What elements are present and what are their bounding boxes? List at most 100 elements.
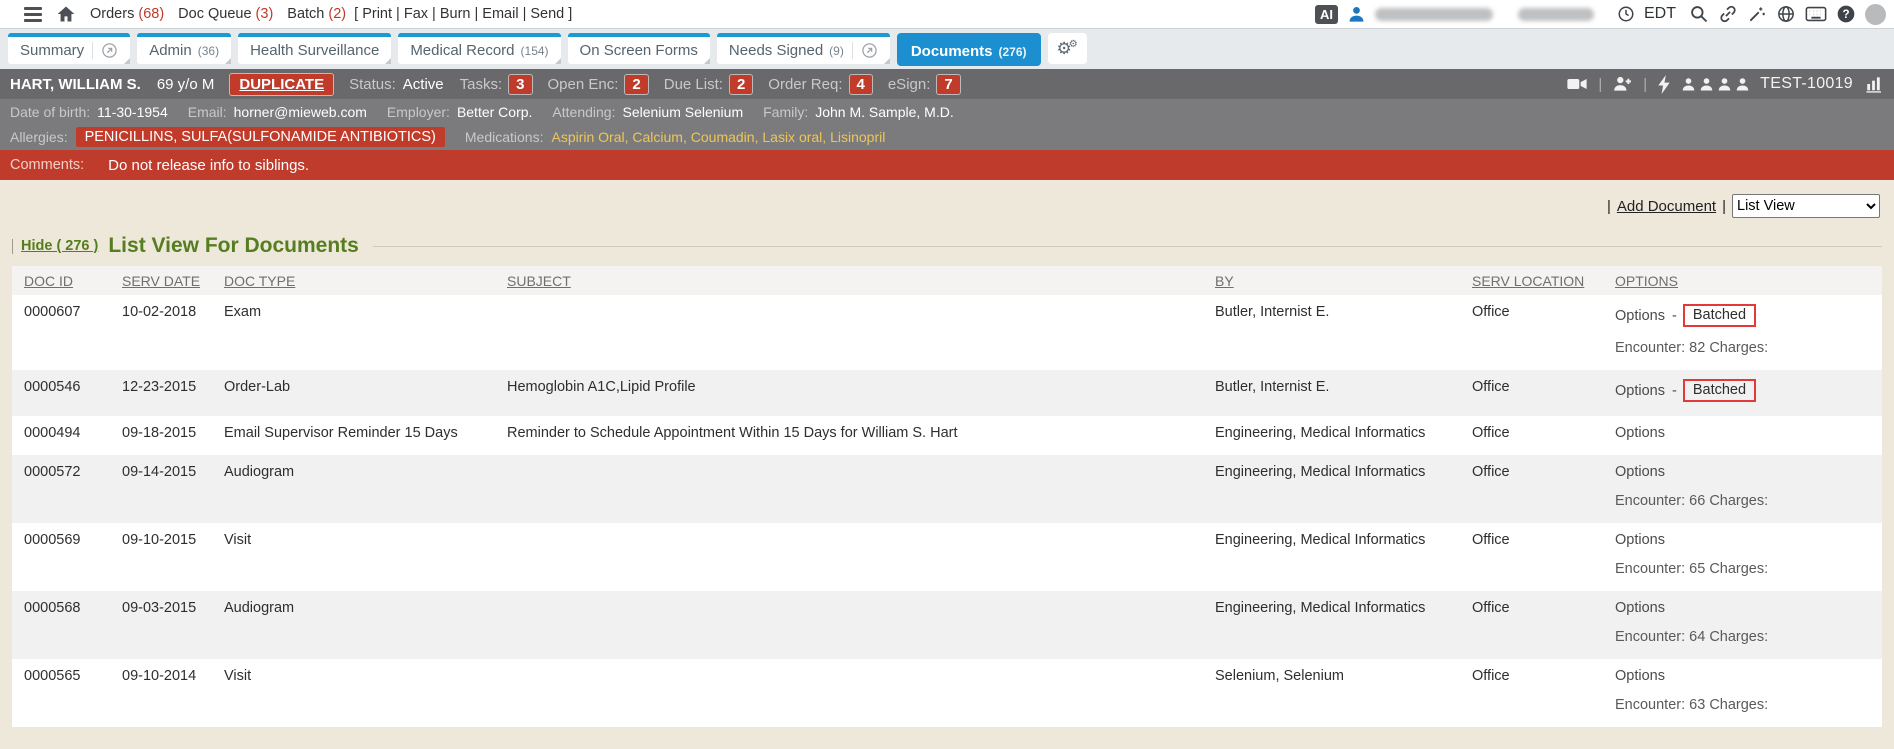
options-link[interactable]: Options	[1615, 425, 1665, 441]
popout-icon[interactable]	[852, 42, 878, 59]
column-header-subject[interactable]: SUBJECT	[495, 266, 1203, 295]
serv-location: Office	[1472, 425, 1510, 441]
tab-health-surveillance[interactable]: Health Surveillance	[238, 33, 391, 64]
tab-label: Documents	[911, 43, 993, 60]
subject-cell	[495, 659, 1203, 727]
tab-count: (276)	[999, 45, 1027, 59]
serv-date-cell: 09-03-2015	[110, 591, 212, 659]
esign-count-badge[interactable]: 7	[937, 75, 959, 94]
view-mode-select[interactable]: List View	[1732, 194, 1880, 218]
wand-icon[interactable]	[1747, 4, 1767, 24]
tab-documents[interactable]: Documents (276)	[897, 33, 1041, 66]
serv-date: 09-14-2015	[122, 464, 196, 480]
tab-summary[interactable]: Summary	[8, 33, 130, 64]
medication-link[interactable]: Lisinopril	[830, 129, 885, 145]
encounter-info: Encounter: 82 Charges:	[1615, 340, 1870, 356]
allergies-medications-row: Allergies: PENICILLINS, SULFA(SULFONAMID…	[0, 124, 1894, 150]
keyboard-icon[interactable]	[1805, 5, 1827, 23]
tab-admin[interactable]: Admin (36)	[137, 33, 231, 64]
esign-label: eSign:	[888, 76, 931, 93]
options-link[interactable]: Options	[1615, 383, 1665, 399]
tab-count: (9)	[829, 44, 844, 58]
current-user-name	[1375, 8, 1493, 21]
options-link[interactable]: Options	[1615, 464, 1665, 480]
serv-location-cell: Office	[1460, 416, 1603, 455]
documents-table: DOC IDSERV DATEDOC TYPESUBJECTBYSERV LOC…	[12, 266, 1882, 727]
pipe-right: |	[1722, 198, 1726, 215]
duplicate-badge[interactable]: DUPLICATE	[230, 74, 333, 95]
doc-id-cell: 0000572	[12, 455, 110, 523]
tab-needs-signed[interactable]: Needs Signed (9)	[717, 33, 890, 64]
tab-medical-record[interactable]: Medical Record (154)	[398, 33, 560, 64]
family-value: John M. Sample, M.D.	[815, 104, 954, 120]
documents-content: | Add Document | List View Hide ( 276 ) …	[0, 180, 1894, 733]
hide-link[interactable]: Hide ( 276 )	[21, 238, 98, 254]
serv-location: Office	[1472, 600, 1510, 616]
home-icon[interactable]	[56, 4, 76, 24]
lightning-icon[interactable]	[1657, 75, 1671, 94]
video-camera-icon[interactable]	[1566, 75, 1588, 93]
column-header-serv-date[interactable]: SERV DATE	[110, 266, 212, 295]
menu-icon[interactable]	[24, 7, 42, 22]
order-req-count-badge[interactable]: 4	[850, 75, 872, 94]
orders-count: (68)	[138, 6, 164, 22]
add-document-link[interactable]: Add Document	[1617, 198, 1716, 215]
doc-type-cell: Exam	[212, 295, 495, 370]
batch-actions-links[interactable]: [ Print | Fax | Burn | Email | Send ]	[354, 6, 572, 22]
due-list-count-badge[interactable]: 2	[730, 75, 752, 94]
medication-link[interactable]: Lasix oral	[762, 129, 822, 145]
patient-name: HART, WILLIAM S.	[10, 76, 141, 93]
by-cell: Butler, Internist E.	[1203, 295, 1460, 370]
column-header-options[interactable]: OPTIONS	[1603, 266, 1882, 295]
batch-count: (2)	[328, 6, 346, 22]
medication-link[interactable]: Coumadin	[691, 129, 755, 145]
add-person-icon[interactable]	[1612, 75, 1633, 93]
options-link[interactable]: Options	[1615, 308, 1665, 324]
serv-location-cell: Office	[1460, 295, 1603, 370]
column-header-doc-id[interactable]: DOC ID	[12, 266, 110, 295]
tasks-count-badge[interactable]: 3	[509, 75, 531, 94]
options-link[interactable]: Options	[1615, 532, 1665, 548]
encounter-info: Encounter: 64 Charges:	[1615, 629, 1870, 645]
orders-link[interactable]: Orders (68)	[90, 6, 164, 22]
help-icon[interactable]: ?	[1836, 4, 1856, 24]
options-link[interactable]: Options	[1615, 668, 1665, 684]
doc-queue-link[interactable]: Doc Queue (3)	[178, 6, 273, 22]
avatar[interactable]	[1865, 4, 1886, 25]
batch-link[interactable]: Batch (2)	[287, 6, 346, 22]
serv-location-cell: Office	[1460, 591, 1603, 659]
serv-date: 10-02-2018	[122, 304, 196, 320]
globe-icon[interactable]	[1776, 4, 1796, 24]
column-header-doc-type[interactable]: DOC TYPE	[212, 266, 495, 295]
tab-settings-gears-icon[interactable]: ⚙⚙	[1048, 33, 1087, 64]
allergies-badge[interactable]: PENICILLINS, SULFA(SULFONAMIDE ANTIBIOTI…	[76, 127, 445, 147]
options-cell: Options - Encounter: 66 Charges:	[1603, 455, 1882, 523]
attending-value: Selenium Selenium	[622, 104, 743, 120]
search-icon[interactable]	[1689, 4, 1709, 24]
medication-link[interactable]: Calcium	[632, 129, 683, 145]
column-header-serv-location[interactable]: SERV LOCATION	[1460, 266, 1603, 295]
pipe-left: |	[1607, 198, 1611, 215]
patient-details-row: Date of birth:11-30-1954 Email:horner@mi…	[0, 99, 1894, 124]
by-value: Butler, Internist E.	[1215, 379, 1329, 395]
top-toolbar: Orders (68) Doc Queue (3) Batch (2) [ Pr…	[0, 0, 1894, 29]
doc-id: 0000494	[24, 425, 80, 441]
column-header-by[interactable]: BY	[1203, 266, 1460, 295]
open-enc-label: Open Enc:	[548, 76, 619, 93]
ai-badge[interactable]: AI	[1315, 5, 1338, 24]
status-label: Status:	[349, 76, 396, 93]
link-icon[interactable]	[1718, 4, 1738, 24]
chart-tab-strip: Summary Admin (36) Health Surveillance M…	[0, 29, 1894, 69]
bar-chart-icon[interactable]	[1863, 74, 1884, 94]
care-team-people-icons[interactable]	[1681, 77, 1750, 92]
doc-type: Email Supervisor Reminder 15 Days	[224, 425, 458, 441]
doc-type: Audiogram	[224, 464, 294, 480]
medication-link[interactable]: Aspirin Oral	[551, 129, 624, 145]
timezone-label[interactable]: EDT	[1644, 5, 1676, 23]
encounter-info: Encounter: 66 Charges:	[1615, 493, 1870, 509]
options-link[interactable]: Options	[1615, 600, 1665, 616]
popout-icon[interactable]	[92, 42, 118, 59]
batched-badge: Batched	[1683, 379, 1756, 402]
tab-on-screen-forms[interactable]: On Screen Forms	[568, 33, 710, 64]
open-enc-count-badge[interactable]: 2	[625, 75, 647, 94]
